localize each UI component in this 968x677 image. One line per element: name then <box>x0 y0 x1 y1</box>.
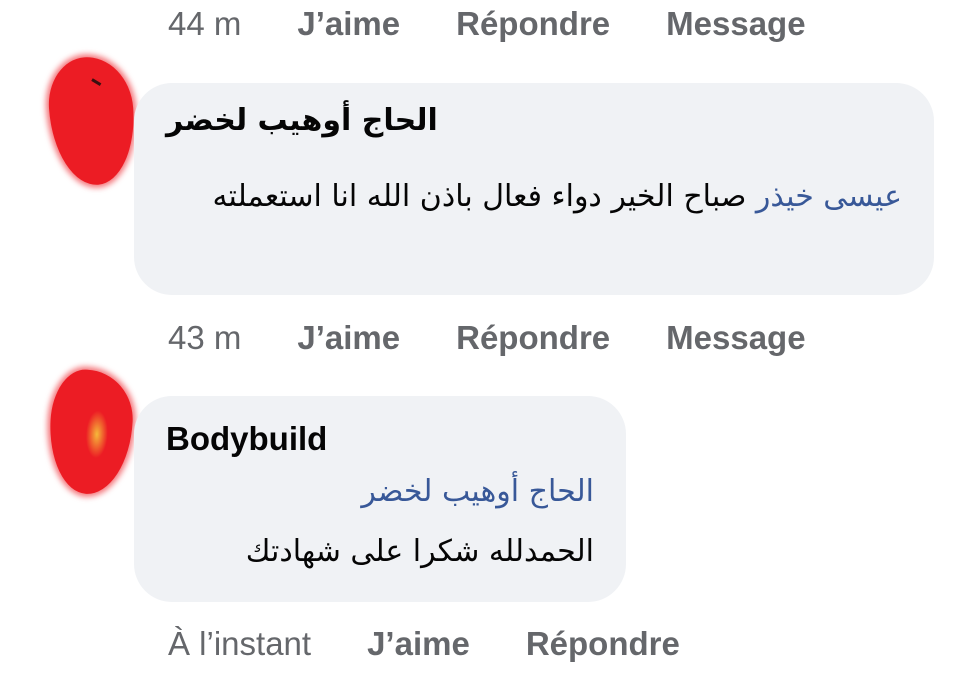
comment-author[interactable]: الحاج أوهيب لخضر <box>166 103 438 138</box>
comment-bubble: الحاج أوهيب لخضر عيسى خيذر صباح الخير دو… <box>134 83 934 295</box>
message-button[interactable]: Message <box>666 5 805 43</box>
like-button[interactable]: J’aime <box>297 319 400 357</box>
comment-time: 44 m <box>168 5 242 42</box>
comment-author[interactable]: Bodybuild <box>166 420 327 458</box>
comment-time: 43 m <box>168 319 242 356</box>
comment-actions: À l’instant J’aime Répondre <box>168 622 680 666</box>
reply-button[interactable]: Répondre <box>526 625 680 663</box>
avatar-mark <box>91 78 102 86</box>
comment-text: عيسى خيذر صباح الخير دواء فعال باذن الله… <box>166 165 902 229</box>
avatar[interactable] <box>46 367 136 497</box>
comment-actions-top: 44 m J’aime Répondre Message <box>168 2 806 46</box>
comment-body: صباح الخير دواء فعال باذن الله انا استعم… <box>212 179 747 214</box>
comment-actions: 43 m J’aime Répondre Message <box>168 316 806 360</box>
mention-link[interactable]: الحاج أوهيب لخضر <box>361 474 594 509</box>
comment-body: الحمدلله شكرا على شهادتك <box>245 534 594 569</box>
comment-bubble: Bodybuild الحاج أوهيب لخضر الحمدلله شكرا… <box>134 396 626 602</box>
like-button[interactable]: J’aime <box>297 5 400 43</box>
comment-time: À l’instant <box>168 625 312 662</box>
reply-button[interactable]: Répondre <box>456 319 610 357</box>
avatar-glow <box>84 409 110 459</box>
avatar[interactable] <box>45 54 139 188</box>
reply-button[interactable]: Répondre <box>456 5 610 43</box>
message-button[interactable]: Message <box>666 319 805 357</box>
like-button[interactable]: J’aime <box>367 625 470 663</box>
mention-link[interactable]: عيسى خيذر <box>756 179 902 214</box>
